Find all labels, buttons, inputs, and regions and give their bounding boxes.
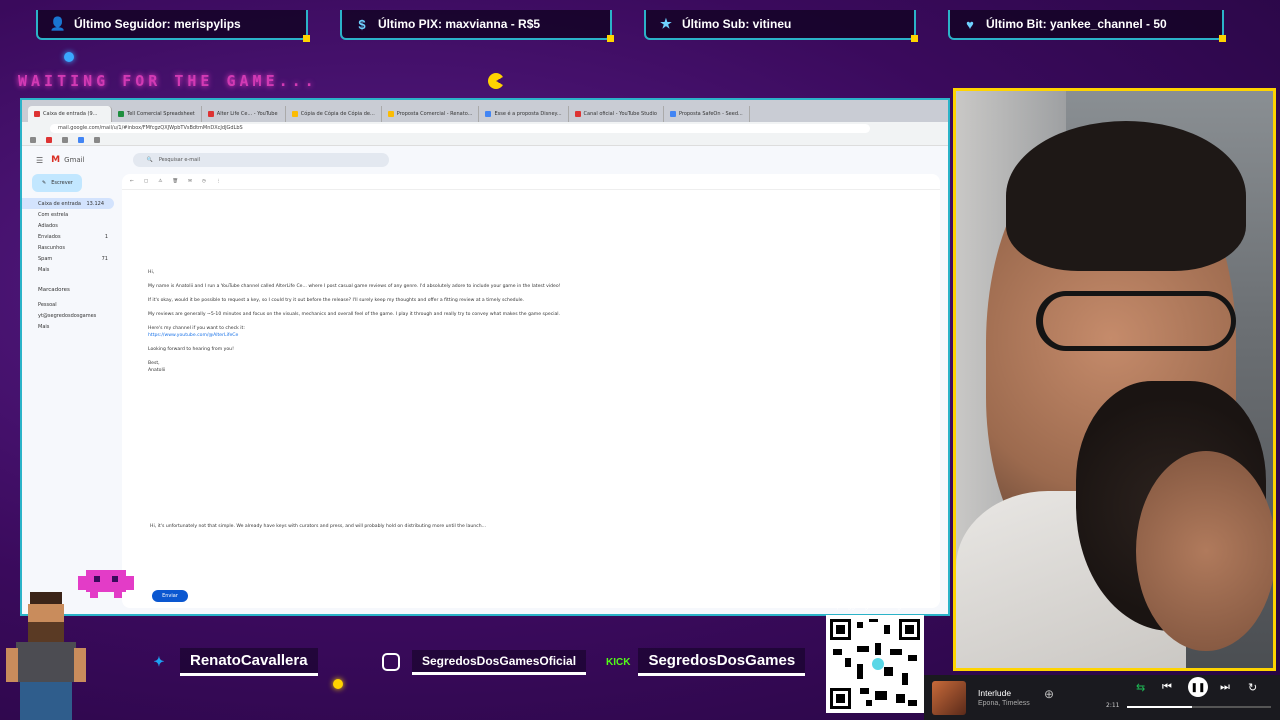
track-artist: Epona, Timeless: [978, 700, 1030, 707]
track-progress[interactable]: [1127, 706, 1271, 708]
address-bar: mail.google.com/mail/u/1/#inbox/FMfcgzQX…: [22, 122, 948, 134]
qr-code[interactable]: [826, 615, 924, 713]
instagram-icon: [378, 649, 404, 675]
tab-strip: Caixa de entrada (9... Tell Comercial Sp…: [22, 100, 948, 122]
star-icon: ★: [660, 16, 672, 31]
spam-icon[interactable]: ⚠: [158, 179, 162, 184]
send-button[interactable]: Enviar: [152, 590, 188, 602]
track-title: Interlude: [978, 688, 1012, 698]
email-line: Hi,: [148, 270, 155, 275]
email-toolbar: ← ▢ ⚠ 🗑 ✉ ◷ ⋮: [122, 174, 940, 190]
pacman-icon: [488, 73, 504, 89]
email-line: If it's okay, would it be possible to re…: [148, 298, 525, 303]
add-icon[interactable]: ⊕: [1044, 687, 1054, 701]
compose-button[interactable]: ✎ Escrever: [32, 174, 82, 192]
tab-7[interactable]: Proposta SafeOn - Seed...: [664, 106, 750, 122]
bookmarks-bar: [22, 134, 948, 146]
email-line: My name is Anatolii and I run a YouTube …: [148, 284, 561, 289]
tab-3[interactable]: Cópia de Cópia de Cópia de...: [286, 106, 382, 122]
email-link[interactable]: https://www.youtube.com/@AlterLifeCe: [148, 333, 238, 338]
pencil-icon: ✎: [42, 180, 47, 186]
email-line: My reviews are generally ~5-10 minutes a…: [148, 312, 561, 317]
instagram-handle: SegredosDosGamesOficial: [378, 646, 587, 678]
more-icon[interactable]: ⋮: [216, 179, 221, 184]
album-art: [932, 680, 966, 715]
url-input[interactable]: mail.google.com/mail/u/1/#inbox/FMfcgzQX…: [50, 123, 870, 133]
gmail-logo[interactable]: M Gmail: [51, 155, 84, 165]
sidebar-item-inbox[interactable]: Caixa de entrada 13.124: [22, 198, 114, 209]
email-line: Anatolii: [148, 368, 166, 373]
pause-button[interactable]: ❚❚: [1188, 677, 1208, 697]
sidebar-item-sent[interactable]: Enviados 1: [22, 231, 118, 242]
track-time: 2:11: [1106, 702, 1120, 709]
last-follower-box: 👤 Último Seguidor: merispylips: [36, 10, 310, 42]
last-pix-text: Último PIX: maxvianna - R$5: [378, 17, 541, 31]
tab-6[interactable]: Canal oficial - YouTube Studio: [569, 106, 664, 122]
dollar-icon: $: [358, 16, 366, 32]
archive-icon[interactable]: ▢: [144, 179, 148, 184]
browser-window: Caixa de entrada (9... Tell Comercial Sp…: [20, 98, 950, 616]
last-bit-text: Último Bit: yankee_channel - 50: [986, 17, 1167, 31]
back-icon[interactable]: ←: [130, 179, 134, 184]
tab-4[interactable]: Proposta Comercial - Renato...: [382, 106, 480, 122]
last-follower-text: Último Seguidor: merispylips: [74, 17, 241, 31]
gmail-sidebar: ✎ Escrever Caixa de entrada 13.124 Com es…: [22, 174, 118, 614]
webcam-feed: [953, 88, 1276, 671]
search-icon: 🔍: [146, 157, 153, 163]
qr-label: livepix.gg/segredosdosgames: [826, 603, 919, 610]
label-item-yt[interactable]: yt@segredosdosgames: [22, 310, 118, 321]
last-sub-box: ★ Último Sub: vitineu: [644, 10, 918, 42]
clock-icon[interactable]: ◷: [202, 179, 206, 184]
tab-0[interactable]: Caixa de entrada (9...: [28, 106, 112, 122]
twitter-handle: ✦ RenatoCavallera: [146, 646, 318, 678]
mail-icon[interactable]: ✉: [188, 179, 192, 184]
last-pix-box: $ Último PIX: maxvianna - R$5: [340, 10, 614, 42]
email-line: Best,: [148, 361, 160, 366]
repeat-icon[interactable]: ↻: [1248, 681, 1257, 694]
sidebar-item-snoozed[interactable]: Adiados: [22, 220, 118, 231]
kick-handle: KICK SegredosDosGames: [606, 646, 806, 678]
blue-star-icon: [64, 52, 74, 62]
sidebar-item-drafts[interactable]: Rascunhos: [22, 242, 118, 253]
email-view: ← ▢ ⚠ 🗑 ✉ ◷ ⋮ Hi, My name is Anatolii an…: [122, 174, 940, 608]
search-input[interactable]: 🔍 Pesquisar e-mail: [132, 153, 389, 167]
email-line: Here's my channel if you want to check i…: [148, 326, 245, 331]
delete-icon[interactable]: 🗑: [172, 179, 178, 184]
menu-icon[interactable]: ☰: [36, 156, 43, 165]
music-player: Interlude Epona, Timeless ⊕ ⇆ ⏮ ❚❚ ⏭ ↻: [924, 675, 1280, 720]
user-icon: 👤: [49, 16, 67, 31]
gmail-app: ☰ M Gmail 🔍 Pesquisar e-mail ✎ Escrever C…: [22, 146, 948, 614]
last-sub-text: Último Sub: vitineu: [682, 17, 792, 31]
tab-2[interactable]: Alter Life Ce... - YouTube: [202, 106, 286, 122]
labels-header: Marcadores: [38, 287, 70, 293]
reply-box[interactable]: Hi, it's unfortunately not that simple. …: [142, 510, 920, 606]
email-line: Looking forward to hearing from you!: [148, 347, 234, 352]
next-icon[interactable]: ⏭: [1220, 681, 1230, 694]
last-bit-box: ♥ Último Bit: yankee_channel - 50: [948, 10, 1226, 42]
heart-icon: ♥: [966, 16, 974, 32]
yellow-star-icon: [333, 679, 343, 689]
kick-icon: KICK: [606, 656, 631, 668]
previous-icon[interactable]: ⏮: [1162, 681, 1172, 694]
sidebar-item-more[interactable]: Mais: [22, 264, 118, 275]
sidebar-item-starred[interactable]: Com estrela: [22, 209, 118, 220]
shuffle-icon[interactable]: ⇆: [1136, 681, 1145, 694]
tab-1[interactable]: Tell Comercial Spreadsheet: [112, 106, 202, 122]
label-item-personal[interactable]: Pessoal: [22, 299, 118, 310]
tab-5[interactable]: Esse é a proposta Disney...: [479, 106, 569, 122]
pixel-avatar: [6, 592, 86, 720]
waiting-text: WAITING FOR THE GAME...: [18, 72, 318, 90]
sidebar-item-spam[interactable]: Spam 71: [22, 253, 118, 264]
label-item-more[interactable]: Mais: [22, 321, 118, 332]
twitter-icon: ✦: [153, 654, 165, 669]
reply-text[interactable]: Hi, it's unfortunately not that simple. …: [150, 524, 910, 529]
gmail-header: ☰ M Gmail 🔍 Pesquisar e-mail: [22, 146, 948, 174]
top-bar: 👤 Último Seguidor: merispylips $ Último …: [0, 0, 1280, 48]
